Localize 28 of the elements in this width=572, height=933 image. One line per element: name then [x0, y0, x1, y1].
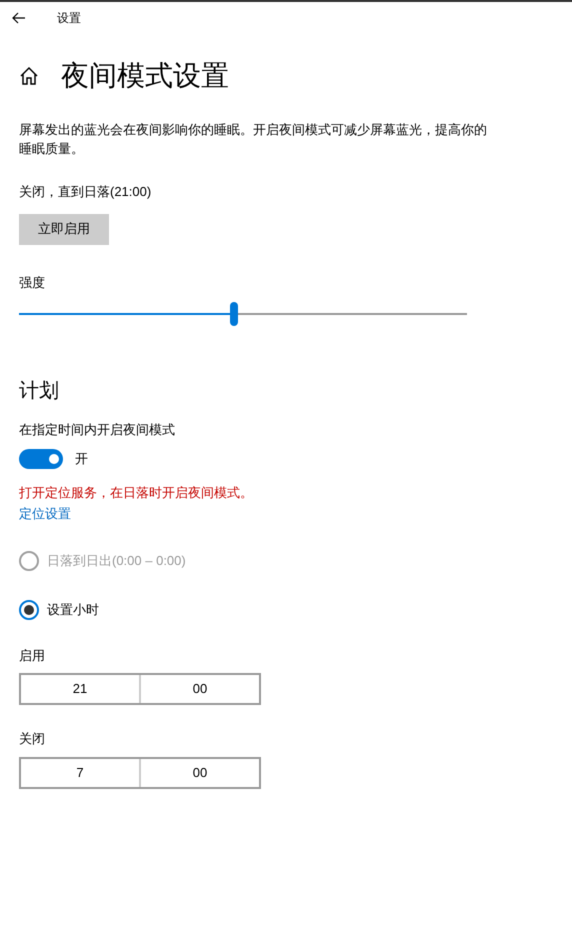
minute-field[interactable]: 00	[141, 758, 259, 786]
location-warning: 打开定位服务，在日落时开启夜间模式。	[19, 484, 254, 502]
hour-field[interactable]: 21	[21, 675, 141, 703]
back-button[interactable]	[12, 11, 26, 25]
time-picker[interactable]: 21 00	[19, 673, 261, 705]
slider-thumb[interactable]	[230, 302, 238, 326]
enable-now-button[interactable]: 立即启用	[19, 214, 109, 244]
location-settings-link[interactable]: 定位设置	[19, 504, 71, 524]
time-label: 启用	[19, 646, 46, 664]
back-arrow-icon	[12, 12, 26, 24]
hour-field[interactable]: 7	[21, 758, 141, 786]
strength-label: 强度	[19, 274, 46, 292]
status-text: 关闭，直到日落(21:00)	[19, 183, 152, 201]
strength-slider[interactable]	[19, 302, 467, 326]
toggle-switch[interactable]	[19, 448, 63, 468]
schedule-heading: 计划	[19, 379, 60, 404]
description-text: 屏幕发出的蓝光会在夜间影响你的睡眠。开启夜间模式可减少屏幕蓝光，提高你的睡眠质量。	[19, 121, 488, 158]
home-icon	[19, 66, 39, 86]
time-picker[interactable]: 7 00	[19, 756, 261, 788]
radio-label: 日落到日出(0:00 – 0:00)	[47, 552, 186, 570]
window-title: 设置	[57, 10, 81, 27]
time-label: 关闭	[19, 730, 46, 748]
schedule-toggle-label: 在指定时间内开启夜间模式	[19, 421, 176, 439]
radio-label: 设置小时	[47, 600, 99, 619]
radio-button[interactable]	[19, 600, 39, 620]
toggle-state-text: 开	[75, 450, 88, 468]
page-title: 夜间模式设置	[61, 59, 229, 93]
minute-field[interactable]: 00	[141, 675, 259, 703]
